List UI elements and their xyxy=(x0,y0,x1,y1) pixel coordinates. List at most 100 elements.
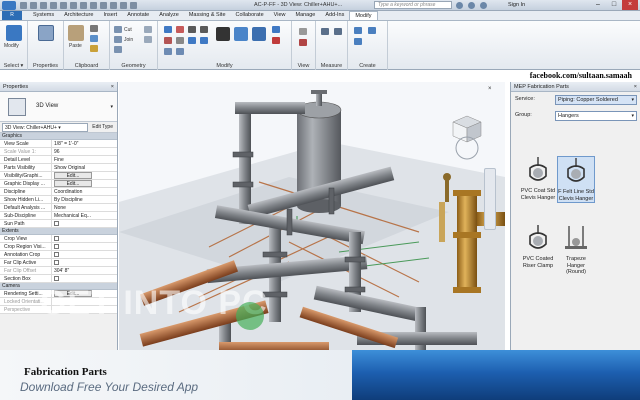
star-icon[interactable] xyxy=(480,2,487,9)
close-hidden-icon[interactable] xyxy=(120,2,127,9)
property-row[interactable]: Parts Visibility Show Original xyxy=(0,164,117,172)
property-row[interactable]: Discipline Coordination xyxy=(0,188,117,196)
binoculars-icon[interactable] xyxy=(456,2,463,9)
copy-icon[interactable] xyxy=(90,35,98,42)
split-icon[interactable] xyxy=(164,37,172,44)
modify-button-label[interactable]: Modify xyxy=(4,43,19,49)
tab-add-ins[interactable]: Add-Ins xyxy=(320,11,349,20)
property-row[interactable]: Crop View xyxy=(0,235,117,243)
property-value[interactable] xyxy=(52,259,117,266)
close-icon[interactable]: × xyxy=(634,82,637,92)
property-value[interactable]: Edit... xyxy=(52,172,117,179)
tab-annotate[interactable]: Annotate xyxy=(122,11,154,20)
property-row[interactable]: Section Box xyxy=(0,275,117,283)
fabrication-part-tile[interactable]: PVC Coat Std Clevis Hanger xyxy=(519,156,557,201)
cope-icon[interactable] xyxy=(114,26,122,33)
scale-icon[interactable] xyxy=(200,37,208,44)
mirror-draw-icon[interactable] xyxy=(200,26,208,33)
offset-icon[interactable] xyxy=(176,26,184,33)
property-value[interactable] xyxy=(52,243,117,250)
property-value[interactable]: 96 xyxy=(52,148,117,155)
section-extents[interactable]: Extents xyxy=(0,228,117,235)
checkbox[interactable] xyxy=(54,221,59,226)
edit-button[interactable]: Edit... xyxy=(54,172,92,179)
maximize-button[interactable]: □ xyxy=(606,0,622,10)
print-icon[interactable] xyxy=(60,2,67,9)
select-group-label[interactable]: Select ▾ xyxy=(0,63,27,69)
property-row[interactable]: Graphic Display ... Edit... xyxy=(0,180,117,188)
property-value[interactable] xyxy=(52,251,117,258)
paste-label[interactable]: Paste xyxy=(69,43,82,49)
checkbox[interactable] xyxy=(54,276,59,281)
service-dropdown[interactable]: Piping: Copper Soldered ▾ xyxy=(555,95,637,105)
property-value[interactable]: Fine xyxy=(52,156,117,163)
property-value[interactable]: Mechanical Eq... xyxy=(52,212,117,219)
cut-label[interactable]: Cut xyxy=(124,27,132,33)
close-button[interactable]: × xyxy=(622,0,638,10)
tab-view[interactable]: View xyxy=(269,11,291,20)
tab-modify[interactable]: Modify xyxy=(349,11,378,20)
viewcube-icon[interactable] xyxy=(452,115,482,160)
property-value[interactable] xyxy=(52,275,117,282)
chevron-down-icon[interactable]: ▾ xyxy=(631,96,634,105)
paste-icon[interactable] xyxy=(68,25,84,41)
hide-in-view-icon[interactable] xyxy=(299,28,307,35)
mirror-axis-icon[interactable] xyxy=(188,26,196,33)
rotate-icon[interactable] xyxy=(252,27,266,41)
array-icon[interactable] xyxy=(188,37,196,44)
measure-icon[interactable] xyxy=(70,2,77,9)
save-icon[interactable] xyxy=(30,2,37,9)
edit-button[interactable]: Edit... xyxy=(54,180,92,187)
checkbox[interactable] xyxy=(54,236,59,241)
3d-view-icon[interactable] xyxy=(90,2,97,9)
property-value[interactable]: Coordination xyxy=(52,188,117,195)
property-row[interactable]: Far Clip Offset 304' 8" xyxy=(0,267,117,275)
aligned-dimension-icon[interactable] xyxy=(334,28,342,35)
copy-element-icon[interactable] xyxy=(234,27,248,41)
property-row[interactable]: Show Hidden Li... By Discipline xyxy=(0,196,117,204)
cut-geometry-icon[interactable] xyxy=(114,36,122,43)
sign-in-link[interactable]: Sign In xyxy=(508,2,525,8)
property-row[interactable]: View Scale 1/8" = 1'-0" xyxy=(0,140,117,148)
modify-cursor-icon[interactable] xyxy=(6,25,22,41)
chevron-down-icon[interactable]: ▾ xyxy=(110,104,113,110)
tab-manage[interactable]: Manage xyxy=(290,11,320,20)
tab-analyze[interactable]: Analyze xyxy=(154,11,184,20)
thin-lines-icon[interactable] xyxy=(110,2,117,9)
search-input[interactable]: Type a keyword or phrase xyxy=(374,1,452,9)
tab-collaborate[interactable]: Collaborate xyxy=(231,11,269,20)
revit-logo-icon[interactable] xyxy=(2,1,16,10)
minimize-button[interactable]: – xyxy=(590,0,606,10)
section-graphics[interactable]: Graphics xyxy=(0,133,117,140)
fabrication-part-tile[interactable]: F Felt Line Std Clevis Hanger xyxy=(557,156,595,203)
type-selector[interactable]: 3D View ▾ xyxy=(0,92,117,122)
close-icon[interactable]: × xyxy=(111,82,114,92)
property-value[interactable]: Edit... xyxy=(52,180,117,187)
measure-distance-icon[interactable] xyxy=(321,28,329,35)
property-value[interactable]: 304' 8" xyxy=(52,267,117,274)
property-row[interactable]: Detail Level Fine xyxy=(0,156,117,164)
checkbox[interactable] xyxy=(54,244,59,249)
property-value[interactable]: By Discipline xyxy=(52,196,117,203)
move-icon[interactable] xyxy=(216,27,230,41)
unpin-icon[interactable] xyxy=(164,48,172,55)
trim-icon[interactable] xyxy=(272,26,280,33)
property-row[interactable]: Far Clip Active xyxy=(0,259,117,267)
application-menu-button[interactable]: R xyxy=(2,11,22,20)
property-row[interactable]: Sun Path xyxy=(0,220,117,228)
property-value[interactable] xyxy=(52,220,117,227)
match-type-icon[interactable] xyxy=(90,45,98,52)
chevron-down-icon[interactable]: ▾ xyxy=(631,112,634,121)
property-row[interactable]: Sub-Discipline Mechanical Eq... xyxy=(0,212,117,220)
property-value[interactable]: 1/8" = 1'-0" xyxy=(52,140,117,147)
viewport-close-icon[interactable]: × xyxy=(488,86,492,92)
text-icon[interactable] xyxy=(80,2,87,9)
delete-icon[interactable] xyxy=(272,37,280,44)
navigation-bar[interactable] xyxy=(484,168,496,230)
split-face-icon[interactable] xyxy=(144,26,152,33)
tab-architecture[interactable]: Architecture xyxy=(59,11,98,20)
redo-icon[interactable] xyxy=(50,2,57,9)
join-label[interactable]: Join xyxy=(124,37,133,43)
create-similar-icon[interactable] xyxy=(354,38,362,45)
property-value[interactable] xyxy=(52,235,117,242)
